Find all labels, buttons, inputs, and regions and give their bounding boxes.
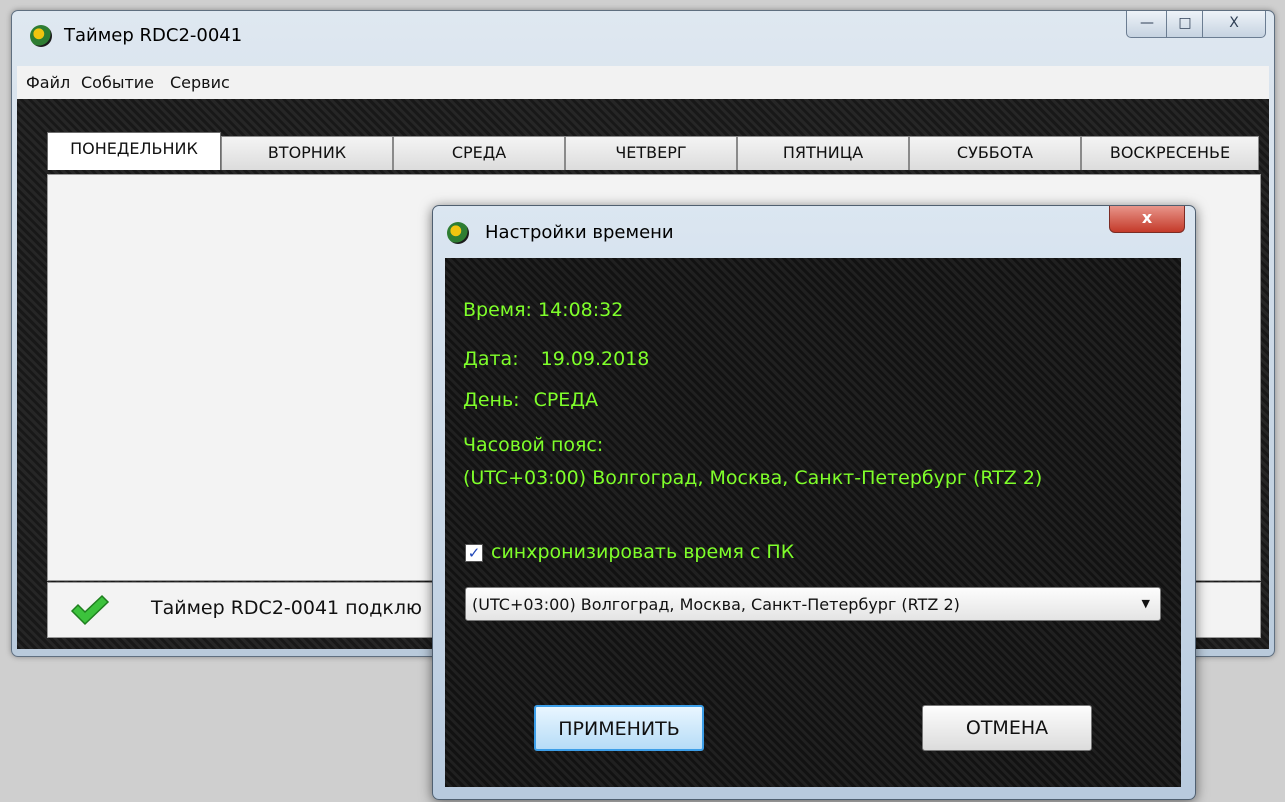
dialog-title: Настройки времени [485, 222, 674, 243]
maximize-button[interactable]: □ [1166, 11, 1204, 38]
tab-monday[interactable]: ПОНЕДЕЛЬНИК [47, 132, 221, 170]
dialog-app-icon [447, 222, 469, 244]
tab-sunday[interactable]: ВОСКРЕСЕНЬЕ [1081, 136, 1259, 170]
window-controls: — □ X [1126, 11, 1266, 39]
date-label: Дата: [463, 348, 519, 370]
date-row: Дата: 19.09.2018 [463, 348, 649, 370]
dialog-body: Время: 14:08:32 Дата: 19.09.2018 День: СРЕ… [445, 258, 1181, 787]
sync-label[interactable]: синхронизировать время с ПК [491, 541, 794, 563]
close-button[interactable]: X [1202, 11, 1266, 38]
time-row: Время: 14:08:32 [463, 299, 623, 321]
cancel-button[interactable]: ОТМЕНА [922, 705, 1092, 751]
tab-saturday[interactable]: СУББОТА [909, 136, 1081, 170]
main-titlebar[interactable]: Таймер RDC2-0041 — □ X [12, 11, 1274, 63]
time-value: 14:08:32 [538, 299, 624, 321]
tab-wednesday[interactable]: СРЕДА [393, 136, 565, 170]
timezone-value: (UTC+03:00) Волгоград, Москва, Санкт-Пет… [463, 467, 1043, 489]
checkmark-icon [70, 594, 110, 626]
menu-bar: Файл Событие Сервис [17, 66, 1269, 99]
dialog-close-button[interactable]: x [1109, 206, 1185, 233]
menu-service[interactable]: Сервис [170, 73, 230, 92]
time-label: Время: [463, 299, 532, 321]
day-value: СРЕДА [533, 389, 599, 411]
timezone-label: Часовой пояс: [463, 434, 604, 456]
date-value: 19.09.2018 [540, 348, 650, 370]
day-label: День: [463, 389, 520, 411]
window-title: Таймер RDC2-0041 [64, 25, 243, 46]
timezone-select[interactable]: (UTC+03:00) Волгоград, Москва, Санкт-Пет… [465, 587, 1161, 621]
tab-friday[interactable]: ПЯТНИЦА [737, 136, 909, 170]
menu-file[interactable]: Файл [26, 73, 70, 92]
time-settings-dialog: Настройки времени x Время: 14:08:32 Дата… [432, 205, 1196, 800]
tab-tuesday[interactable]: ВТОРНИК [221, 136, 393, 170]
status-text: Таймер RDC2-0041 подклю [151, 597, 422, 619]
timezone-select-value: (UTC+03:00) Волгоград, Москва, Санкт-Пет… [472, 595, 960, 614]
day-row: День: СРЕДА [463, 389, 598, 411]
apply-button[interactable]: ПРИМЕНИТЬ [534, 705, 704, 751]
menu-event[interactable]: Событие [81, 73, 154, 92]
minimize-button[interactable]: — [1126, 11, 1168, 38]
dropdown-arrow-icon: ▼ [1141, 597, 1150, 610]
tab-thursday[interactable]: ЧЕТВЕРГ [565, 136, 737, 170]
app-logo-icon [30, 25, 52, 47]
sync-checkbox[interactable]: ✓ [465, 544, 483, 562]
